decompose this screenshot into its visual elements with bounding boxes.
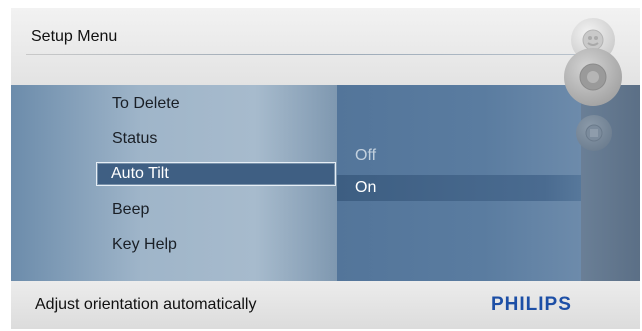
brand-logo: PHILIPS [491, 294, 572, 315]
header-divider [26, 54, 586, 55]
menu-item-beep[interactable]: Beep [110, 198, 340, 222]
page-title: Setup Menu [31, 28, 118, 45]
device-screen: Setup Menu To Delete Status Auto Tilt Be… [11, 8, 640, 329]
option-label: Off [355, 147, 377, 164]
help-text: Adjust orientation automatically [35, 296, 257, 313]
footer: Adjust orientation automatically PHILIPS [11, 281, 640, 329]
menu-area: To Delete Status Auto Tilt Beep Key Help… [11, 85, 640, 281]
menu-item-label: Status [112, 130, 158, 147]
settings-icon[interactable] [576, 115, 612, 151]
option-off[interactable]: Off [337, 143, 581, 169]
menu-item-auto-tilt[interactable]: Auto Tilt [96, 162, 336, 186]
menu-item-label: To Delete [112, 95, 180, 112]
menu-item-status[interactable]: Status [110, 127, 340, 151]
menu-item-key-help[interactable]: Key Help [110, 233, 340, 257]
option-label: On [355, 179, 377, 196]
photo-icon[interactable] [564, 48, 622, 106]
menu-item-to-delete[interactable]: To Delete [110, 92, 340, 116]
menu-item-label: Key Help [112, 236, 177, 253]
menu-item-label: Beep [112, 201, 150, 218]
header: Setup Menu [11, 8, 640, 85]
option-on[interactable]: On [337, 175, 581, 201]
menu-item-label: Auto Tilt [111, 165, 169, 182]
